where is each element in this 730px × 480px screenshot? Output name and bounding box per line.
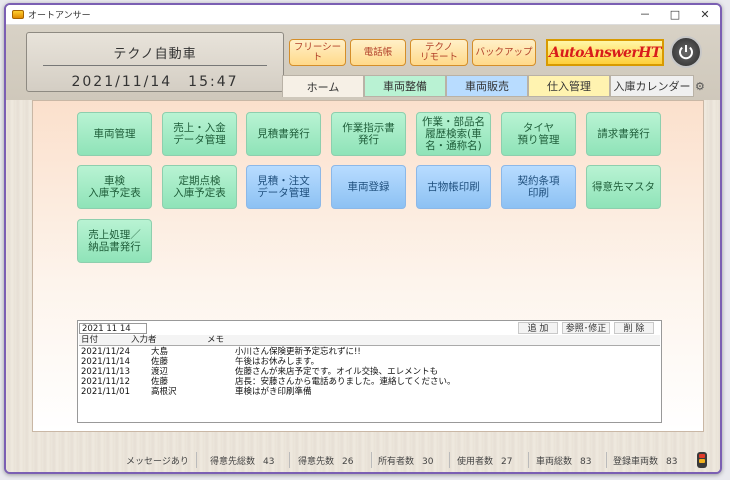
message-memo: 店長：安藤さんから電話ありました。連絡してください。 <box>235 377 456 387</box>
close-button[interactable]: ✕ <box>690 5 720 25</box>
contract-terms-print-button[interactable]: 契約条項 印刷 <box>501 165 576 209</box>
autoanswer-logo: AutoAnswerHT <box>546 39 664 66</box>
message-date: 2021/11/13 <box>81 367 130 377</box>
estimate-issue-button[interactable]: 見積書発行 <box>246 112 321 156</box>
stat-label: 得意先数 <box>298 457 335 467</box>
work-order-button[interactable]: 作業指示書 発行 <box>331 112 406 156</box>
col-author: 入力者 <box>131 335 157 345</box>
message-row[interactable]: 2021/11/13 渡辺 佐藤さんが来店予定です。オイル交換、エレメントも <box>79 367 649 377</box>
antique-ledger-print-button[interactable]: 古物帳印刷 <box>416 165 491 209</box>
logo-text: AutoAnswerHT <box>549 44 661 61</box>
stat-value: 27 <box>501 457 513 467</box>
stat-value: 30 <box>422 457 434 467</box>
divider <box>43 65 267 66</box>
tab-purchase-management[interactable]: 仕入管理 <box>528 75 610 97</box>
message-memo: 午後はお休みします。 <box>235 357 320 367</box>
tire-storage-button[interactable]: タイヤ 預り管理 <box>501 112 576 156</box>
message-row[interactable]: 2021/11/01 高根沢 車検はがき印刷準備 <box>79 387 649 397</box>
power-icon <box>679 45 693 60</box>
message-row[interactable]: 2021/11/24 大島 小川さん保険更新予定忘れずに!! <box>79 347 649 357</box>
view-edit-message-button[interactable]: 参照･修正 <box>562 322 610 334</box>
stat-label: 所有者数 <box>378 457 415 467</box>
vehicle-management-button[interactable]: 車両管理 <box>77 112 152 156</box>
backup-button[interactable]: バックアップ <box>472 39 536 66</box>
divider <box>289 452 290 468</box>
stat-label: 得意先総数 <box>210 457 256 467</box>
add-message-button[interactable]: 追 加 <box>518 322 558 334</box>
customer-master-button[interactable]: 得意先マスタ <box>586 165 661 209</box>
col-memo: メモ <box>207 335 225 345</box>
divider <box>606 452 607 468</box>
tab-vehicle-sales[interactable]: 車両販売 <box>446 75 528 97</box>
inspection-schedule-button[interactable]: 車検 入庫予定表 <box>77 165 152 209</box>
message-board: 2021 11 14 追 加 参照･修正 削 除 日付 入力者 メモ 2021/… <box>77 320 662 423</box>
tab-arrival-calendar[interactable]: 入庫カレンダー <box>610 75 694 97</box>
message-memo: 小川さん保険更新予定忘れずに!! <box>235 347 361 357</box>
title-bar: オートアンサー － □ ✕ <box>6 5 720 25</box>
message-author: 大島 <box>151 347 169 357</box>
message-row[interactable]: 2021/11/12 佐藤 店長：安藤さんから電話ありました。連絡してください。 <box>79 377 649 387</box>
date-input[interactable]: 2021 11 14 <box>79 323 147 334</box>
gear-icon[interactable]: ⚙ <box>695 80 705 93</box>
stat-label: 使用者数 <box>457 457 494 467</box>
stat-value: 83 <box>666 457 678 467</box>
app-icon <box>12 10 24 19</box>
col-date: 日付 <box>81 335 99 345</box>
stat-value: 43 <box>263 457 275 467</box>
stat-customers: 得意先数 26 <box>298 454 353 467</box>
message-author: 佐藤 <box>151 357 169 367</box>
message-memo: 車検はがき印刷準備 <box>235 387 312 397</box>
message-row[interactable]: 2021/11/14 佐藤 午後はお休みします。 <box>79 357 649 367</box>
stat-registered-vehicles: 登録車両数 83 <box>613 454 677 467</box>
quote-order-data-button[interactable]: 見積・注文 データ管理 <box>246 165 321 209</box>
delete-message-button[interactable]: 削 除 <box>614 322 654 334</box>
message-date: 2021/11/12 <box>81 377 130 387</box>
stat-label: 登録車両数 <box>613 457 659 467</box>
status-bar: メッセージあり 得意先総数 43 得意先数 26 所有者数 30 使用者数 27 車両総… <box>6 448 720 472</box>
app-window: オートアンサー － □ ✕ テクノ自動車 2021/11/14 15:47 フリ… <box>4 3 722 474</box>
power-button[interactable] <box>670 36 702 68</box>
minimize-button[interactable]: － <box>630 5 660 25</box>
tab-home[interactable]: ホーム <box>282 75 364 97</box>
stat-users: 使用者数 27 <box>457 454 512 467</box>
divider <box>371 452 372 468</box>
stat-owners: 所有者数 30 <box>378 454 433 467</box>
parts-history-search-button[interactable]: 作業・部品名 履歴検索(車 名・通称名) <box>416 112 491 156</box>
message-date: 2021/11/01 <box>81 387 130 397</box>
sales-payment-data-button[interactable]: 売上・入金 データ管理 <box>162 112 237 156</box>
vehicle-register-button[interactable]: 車両登録 <box>331 165 406 209</box>
stat-value: 83 <box>580 457 592 467</box>
window-title: オートアンサー <box>28 11 91 21</box>
company-name: テクノ自動車 <box>113 47 197 62</box>
message-indicator: メッセージあり <box>126 457 189 467</box>
company-panel: テクノ自動車 2021/11/14 15:47 <box>26 32 284 92</box>
message-author: 渡辺 <box>151 367 169 377</box>
free-sheet-button[interactable]: フリーシート <box>289 39 346 66</box>
traffic-light-icon <box>697 452 707 468</box>
stat-label: 車両総数 <box>536 457 573 467</box>
divider <box>449 452 450 468</box>
sales-delivery-button[interactable]: 売上処理／ 納品書発行 <box>77 219 152 263</box>
stat-vehicle-total: 車両総数 83 <box>536 454 591 467</box>
message-date: 2021/11/24 <box>81 347 130 357</box>
message-author: 佐藤 <box>151 377 169 387</box>
stat-value: 26 <box>342 457 354 467</box>
maximize-button[interactable]: □ <box>660 5 690 25</box>
invoice-issue-button[interactable]: 請求書発行 <box>586 112 661 156</box>
message-date: 2021/11/14 <box>81 357 130 367</box>
divider <box>528 452 529 468</box>
current-datetime: 2021/11/14 15:47 <box>71 74 239 90</box>
phonebook-button[interactable]: 電話帳 <box>350 39 406 66</box>
techno-remote-button[interactable]: テクノ リモート <box>410 39 468 66</box>
stat-customer-total: 得意先総数 43 <box>210 454 274 467</box>
message-table-header: 日付 入力者 メモ <box>79 335 660 346</box>
periodic-check-schedule-button[interactable]: 定期点検 入庫予定表 <box>162 165 237 209</box>
message-memo: 佐藤さんが来店予定です。オイル交換、エレメントも <box>235 367 439 377</box>
divider <box>196 452 197 468</box>
tab-vehicle-maintenance[interactable]: 車両整備 <box>364 75 446 97</box>
home-panel: 車両管理 売上・入金 データ管理 見積書発行 作業指示書 発行 作業・部品名 履… <box>32 100 704 432</box>
message-author: 高根沢 <box>151 387 177 397</box>
client-area: テクノ自動車 2021/11/14 15:47 フリーシート 電話帳 テクノ リ… <box>6 25 720 472</box>
